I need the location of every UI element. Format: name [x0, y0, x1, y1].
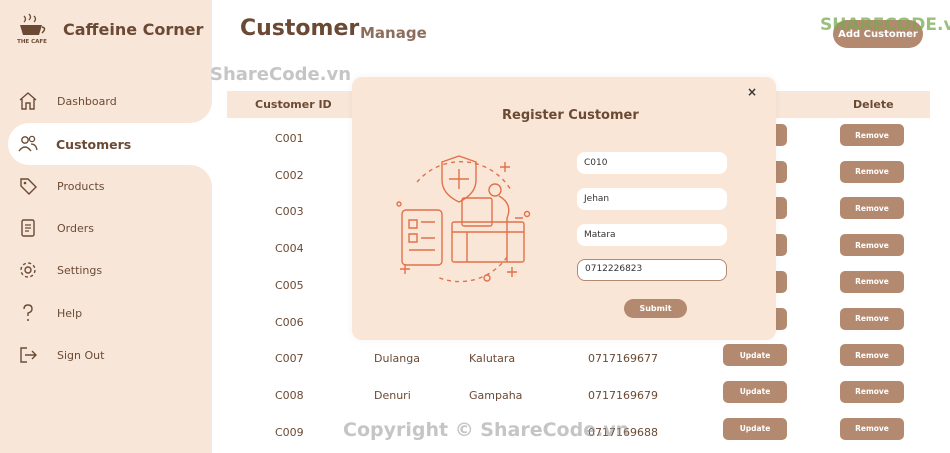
- logo-text: THE CAFE: [17, 39, 47, 45]
- question-icon: [23, 304, 33, 321]
- remove-button[interactable]: Remove: [840, 417, 904, 440]
- submit-button[interactable]: Submit: [624, 299, 687, 318]
- customer-id-cell: C008: [275, 388, 304, 402]
- watermark-text: Copyright © ShareCode.vn: [343, 419, 630, 441]
- table-row: C008 Denuri Gampaha 0717169679 Update Remove: [227, 380, 930, 416]
- sidebar-item-help[interactable]: Help: [0, 293, 212, 333]
- customer-city-cell: Kalutara: [469, 352, 516, 366]
- watermark-logo: SHARECODE.vn: [820, 15, 950, 35]
- sidebar-item-label: Help: [57, 306, 83, 320]
- cafe-logo-icon: THE CAFE: [17, 13, 47, 45]
- customer-id-cell: C002: [275, 168, 304, 182]
- sidebar-item-label: Sign Out: [57, 348, 105, 362]
- modal-title: Register Customer: [502, 108, 639, 123]
- remove-button[interactable]: Remove: [840, 307, 904, 330]
- update-button[interactable]: Update: [723, 380, 787, 403]
- customer-security-illustration: [396, 155, 531, 283]
- sidebar-item-customers[interactable]: Customers: [8, 123, 212, 165]
- remove-button[interactable]: Remove: [840, 380, 904, 403]
- customer-name-field[interactable]: Jehan: [577, 188, 727, 210]
- document-icon: [21, 219, 35, 237]
- sidebar-item-label: Orders: [57, 221, 94, 235]
- customer-id-cell: C006: [275, 315, 304, 329]
- remove-button[interactable]: Remove: [840, 344, 904, 367]
- customer-id-cell: C005: [275, 278, 304, 292]
- remove-button[interactable]: Remove: [840, 270, 904, 293]
- remove-button[interactable]: Remove: [840, 160, 904, 183]
- sidebar-item-label: Customers: [56, 136, 132, 152]
- sidebar-item-signout[interactable]: Sign Out: [0, 335, 212, 375]
- sidebar-item-label: Dashboard: [57, 94, 117, 108]
- sidebar-item-dashboard[interactable]: Dashboard: [0, 81, 212, 121]
- sidebar-item-label: Settings: [57, 263, 103, 277]
- customer-phone-cell: 0717169677: [588, 352, 658, 366]
- signout-icon: [20, 347, 37, 363]
- remove-button[interactable]: Remove: [840, 197, 904, 220]
- watermark-text: ShareCode.vn: [210, 64, 352, 85]
- column-header-delete: Delete: [853, 98, 894, 111]
- home-icon: [19, 92, 37, 110]
- gear-icon: [20, 262, 36, 278]
- sidebar-item-settings[interactable]: Settings: [0, 250, 212, 290]
- customer-phone-cell: 0717169679: [588, 388, 658, 402]
- users-icon: [18, 135, 38, 152]
- update-button[interactable]: Update: [723, 417, 787, 440]
- sidebar-item-orders[interactable]: Orders: [0, 208, 212, 248]
- customer-id-cell: C001: [275, 132, 304, 145]
- page-title: Customer: [240, 16, 360, 41]
- customer-name-cell: Dulanga: [374, 352, 420, 366]
- update-button[interactable]: Update: [723, 344, 787, 367]
- close-icon[interactable]: ×: [747, 85, 757, 99]
- table-row: C007 Dulanga Kalutara 0717169677 Update Remov…: [227, 343, 930, 379]
- sidebar-item-label: Products: [57, 179, 105, 193]
- sidebar-item-products[interactable]: Products: [0, 166, 212, 206]
- customer-id-cell: C007: [275, 352, 304, 366]
- customer-id-field[interactable]: C010: [577, 152, 727, 174]
- column-header-customer-id: Customer ID: [255, 98, 332, 111]
- customer-address-field[interactable]: Matara: [577, 224, 727, 246]
- customer-name-cell: Denuri: [374, 388, 411, 402]
- customer-id-cell: C004: [275, 242, 304, 256]
- tag-icon: [20, 178, 37, 195]
- brand-name: Caffeine Corner: [63, 20, 204, 39]
- register-customer-modal: × Register Customer C010 Jehan Matara 07…: [352, 77, 776, 340]
- customer-id-cell: C009: [275, 425, 304, 439]
- customer-phone-field[interactable]: 0712226823: [577, 259, 727, 281]
- customer-city-cell: Gampaha: [469, 388, 523, 402]
- customer-id-cell: C003: [275, 205, 304, 219]
- remove-button[interactable]: Remove: [840, 234, 904, 257]
- remove-button[interactable]: Remove: [840, 124, 904, 146]
- page-subtitle: Manage: [360, 24, 427, 42]
